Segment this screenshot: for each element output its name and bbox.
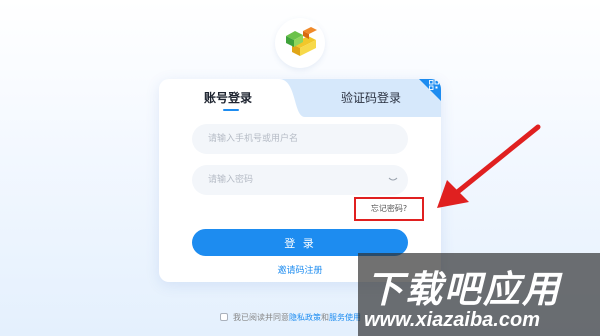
tab-code-login-label: 验证码登录	[341, 91, 402, 105]
privacy-policy-link[interactable]: 隐私政策	[289, 312, 321, 323]
password-input[interactable]	[192, 165, 408, 195]
agreement-checkbox[interactable]	[220, 313, 228, 321]
agreement-row: 我已阅读并同意 隐私政策 和 服务使用	[220, 311, 361, 323]
tab-curve	[279, 79, 309, 117]
service-terms-link[interactable]: 服务使用	[329, 312, 361, 323]
app-logo-icon	[286, 27, 317, 56]
password-field[interactable]	[192, 165, 408, 195]
eye-closed-icon[interactable]	[388, 176, 398, 184]
site-watermark: 下载吧应用 www.xiazaiba.com	[358, 253, 600, 336]
login-card: 账号登录 验证码登录 忘记密码? 登 录 邀请码注册	[159, 79, 441, 282]
forgot-password-link[interactable]: 忘记密码?	[354, 197, 424, 221]
app-logo	[275, 18, 325, 68]
tab-account-login-label: 账号登录	[204, 91, 253, 105]
watermark-url: www.xiazaiba.com	[364, 309, 540, 331]
qr-code-icon	[429, 80, 439, 90]
active-tab-indicator	[223, 109, 239, 111]
red-annotation-arrow	[437, 124, 541, 208]
username-input[interactable]	[192, 124, 408, 154]
agreement-and: 和	[321, 312, 329, 322]
watermark-brand: 下载吧应用	[366, 268, 561, 311]
login-button[interactable]: 登 录	[192, 229, 408, 256]
username-field[interactable]	[192, 124, 408, 154]
agreement-prefix: 我已阅读并同意	[233, 312, 289, 322]
